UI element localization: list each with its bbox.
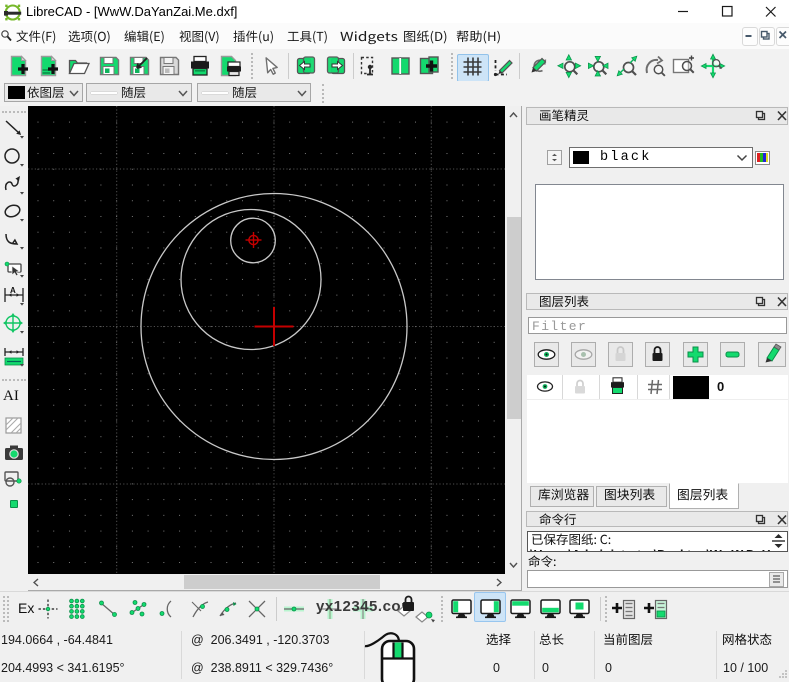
svg-text:A: A: [10, 286, 16, 295]
